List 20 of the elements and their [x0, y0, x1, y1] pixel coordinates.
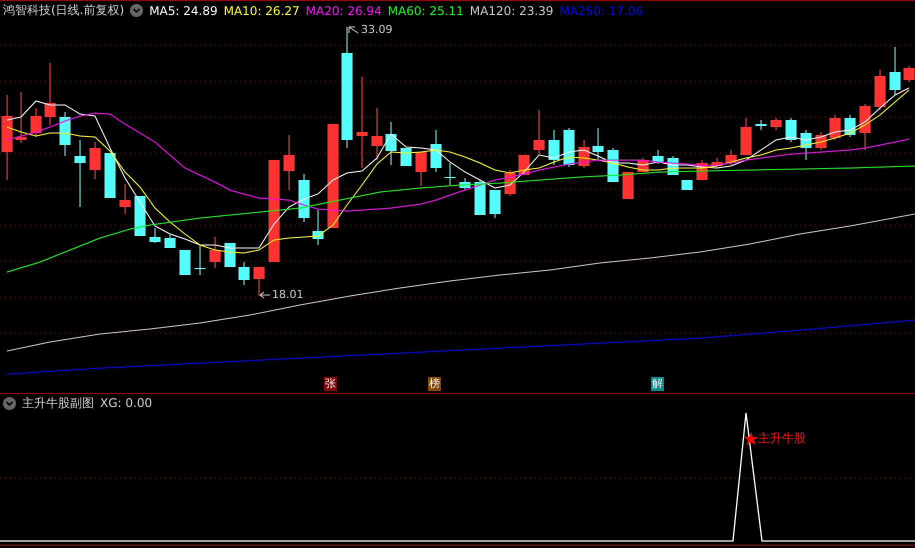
stock-title: 鸿智科技(日线.前复权) [3, 2, 124, 19]
indicator-value: MA60: 25.11 [388, 4, 464, 18]
indicator-value: MA250: 17.06 [559, 4, 644, 18]
indicator-value: MA20: 26.94 [306, 4, 382, 18]
star-icon [744, 432, 758, 445]
chevron-down-icon[interactable] [3, 396, 16, 410]
indicator-value: MA5: 24.89 [149, 4, 218, 18]
high-price-label: 33.09 [361, 23, 392, 36]
indicator-value: MA10: 26.27 [224, 4, 300, 18]
chevron-down-icon[interactable] [130, 4, 144, 17]
low-price-label: 18.01 [272, 288, 304, 301]
event-marker[interactable]: 解 [651, 377, 664, 391]
indicator-value: XG: 0.00 [100, 396, 152, 410]
indicator-value: MA120: 23.39 [470, 4, 554, 18]
arrow-icon [348, 26, 358, 34]
arrow-icon [260, 292, 270, 298]
event-marker[interactable]: 张 [324, 377, 337, 391]
event-marker[interactable]: 榜 [428, 377, 441, 391]
indicator-title: 主升牛股副图 [22, 394, 94, 412]
signal-label: 主升牛股 [758, 430, 806, 447]
